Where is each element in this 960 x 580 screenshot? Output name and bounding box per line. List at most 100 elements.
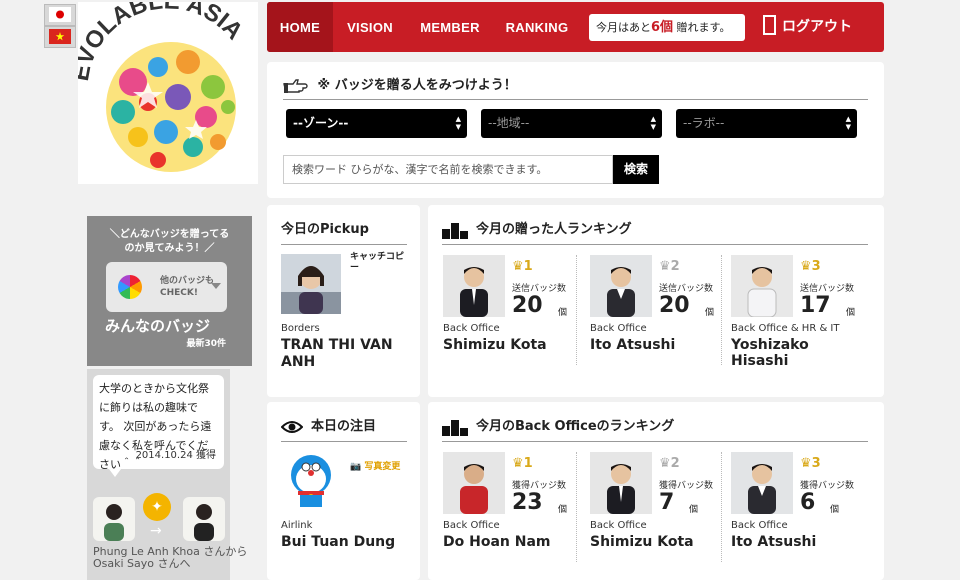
message-date: 2014.10.24 獲得 (135, 450, 216, 461)
rank-photo (443, 255, 505, 317)
remain-count: 6個 (651, 20, 674, 35)
pickup-name[interactable]: TRAN THI VAN ANH (281, 337, 411, 371)
rank-name[interactable]: Ito Atsushi (731, 534, 859, 550)
search-panel: ※ バッジを贈る人をみつけよう！ --ゾーン-- ▲ ▼ --地域-- ▲ ▼ --ラボ… (267, 62, 884, 198)
area-select[interactable]: --地域-- ▲ ▼ (481, 109, 662, 138)
rank-name[interactable]: Do Hoan Nam (443, 534, 571, 550)
rank-photo (443, 452, 505, 514)
stat-unit: 個 (558, 505, 568, 515)
message-names: Phung Le Anh Khoa さんから Osaki Sayo さんへ (93, 546, 253, 570)
attention-title: 本日の注目 (281, 416, 407, 442)
sent-rank-card-3[interactable]: ♛3 送信バッジ数 17 個 Back Office & HR & IT Yos… (730, 255, 870, 383)
zone-select[interactable]: --ゾーン-- ▲ ▼ (286, 109, 467, 138)
rank-number: 1 (523, 456, 533, 471)
main-navigation: HOME VISION MEMBER RANKING 今月はあと6個 贈れます。… (267, 2, 884, 52)
nav-home[interactable]: HOME (267, 2, 333, 52)
stat-unit: 個 (830, 505, 840, 515)
select-arrows-icon: ▲ ▼ (455, 115, 461, 131)
remain-post: 贈れます。 (673, 21, 731, 34)
rank-number: 1 (523, 259, 533, 274)
stat-unit: 個 (689, 505, 699, 515)
photo-change-label: 写真変更 (364, 462, 401, 472)
rank-department: Back Office & HR & IT (731, 323, 840, 334)
labo-select-value: --ラボ-- (683, 116, 725, 130)
sent-ranking-title: 今月の贈った人ランキング (442, 219, 868, 245)
back-office-ranking-panel: 今月のBack Officeのランキング ♛1 獲得バッジ数 23 個 Back… (428, 402, 884, 580)
eye-icon (281, 420, 303, 433)
check-line1: 他のバッジも (160, 276, 215, 286)
arrow-right-icon: → (150, 523, 162, 539)
search-input[interactable]: 検索ワード ひらがな、漢字で名前を検索できます。 (283, 155, 613, 184)
sent-ranking-panel: 今月の贈った人ランキング ♛1 送信バッジ数 20 個 Back Office … (428, 205, 884, 397)
check-other-badges-button[interactable]: 他のバッジも CHECK! (106, 262, 227, 312)
today-attention-panel: 本日の注目 📷 写真変更 Airlink Bui Tuan Dung (267, 402, 420, 580)
stat-unit: 個 (558, 308, 568, 318)
office-rank-card-3[interactable]: ♛3 獲得バッジ数 6 個 Back Office Ito Atsushi (730, 452, 870, 580)
message-to[interactable]: Osaki Sayo さんへ (93, 557, 191, 570)
rank-photo (590, 255, 652, 317)
rank-department: Back Office (590, 323, 647, 334)
badges-caption: ＼どんなバッジを贈ってる のか見てみよう！／ (87, 228, 252, 256)
stat-value: 20 (659, 293, 690, 318)
select-arrows-icon: ▲ ▼ (845, 115, 851, 131)
flag-japan-icon[interactable] (44, 4, 76, 26)
zone-select-value: --ゾーン-- (293, 116, 349, 130)
remain-pre: 今月はあと (596, 21, 651, 34)
pointing-hand-icon (283, 78, 308, 93)
today-pickup-panel: 今日のPickup キャッチコピー Borders TRAN THI VAN A… (267, 205, 420, 397)
stat-value: 23 (512, 490, 543, 515)
rank-number: 3 (811, 259, 821, 274)
pickup-catchphrase: キャッチコピー (350, 252, 405, 273)
stat-value: 7 (659, 490, 675, 515)
office-rank-card-1[interactable]: ♛1 獲得バッジ数 23 個 Back Office Do Hoan Nam (442, 452, 582, 580)
attention-photo[interactable] (281, 449, 341, 509)
stat-unit: 個 (705, 308, 715, 318)
badges-caption-line1: ＼どんなバッジを贈ってる (109, 229, 230, 240)
area-select-value: --地域-- (488, 116, 530, 130)
divider (721, 255, 722, 365)
everyone-badges-link[interactable]: ＼どんなバッジを贈ってる のか見てみよう！／ 他のバッジも CHECK! みんなのバ… (87, 216, 252, 366)
stat-value: 17 (800, 293, 831, 318)
check-text: 他のバッジも CHECK! (160, 275, 214, 299)
crown-bronze-icon: ♛3 (800, 456, 821, 471)
flag-vietnam-icon[interactable] (44, 26, 76, 48)
rank-photo (590, 452, 652, 514)
stat-unit: 個 (846, 308, 856, 318)
sent-rank-card-1[interactable]: ♛1 送信バッジ数 20 個 Back Office Shimizu Kota (442, 255, 582, 383)
nav-member[interactable]: MEMBER (413, 2, 487, 52)
sent-rank-card-2[interactable]: ♛2 送信バッジ数 20 個 Back Office Ito Atsushi (589, 255, 729, 383)
rank-department: Back Office (590, 520, 647, 531)
badges-caption-line2: のか見てみよう！／ (124, 243, 215, 254)
logout-label: ログアウト (782, 19, 852, 35)
evolable-asia-logo[interactable]: EVOLABLE ASIA (78, 2, 258, 184)
photo-change-link[interactable]: 📷 写真変更 (350, 459, 400, 472)
office-rank-card-2[interactable]: ♛2 獲得バッジ数 7 個 Back Office Shimizu Kota (589, 452, 729, 580)
sender-avatar[interactable] (93, 497, 135, 541)
logout-button[interactable]: ログアウト (763, 15, 852, 40)
search-title: ※ バッジを贈る人をみつけよう！ (283, 74, 868, 100)
nav-ranking[interactable]: RANKING (497, 2, 577, 52)
rank-department: Back Office (443, 323, 500, 334)
badge-message-card[interactable]: 大学のときから文化祭に飾りは私の趣味です。 次回があったら遠慮なく私を呼んでくだ… (87, 369, 247, 580)
attention-title-text: 本日の注目 (311, 419, 377, 434)
search-button[interactable]: 検索 (613, 155, 659, 184)
triangle-down-icon (211, 283, 221, 289)
recipient-avatar[interactable] (183, 497, 225, 541)
attention-department: Airlink (281, 520, 313, 531)
remaining-badges-counter: 今月はあと6個 贈れます。 (589, 14, 745, 41)
labo-select[interactable]: --ラボ-- ▲ ▼ (676, 109, 857, 138)
rank-name[interactable]: Shimizu Kota (443, 337, 571, 353)
pickup-photo[interactable] (281, 254, 341, 314)
rank-name[interactable]: Ito Atsushi (590, 337, 718, 353)
select-arrows-icon: ▲ ▼ (650, 115, 656, 131)
nav-vision[interactable]: VISION (337, 2, 403, 52)
sent-ranking-title-text: 今月の贈った人ランキング (476, 222, 632, 237)
badge-gift-icon: ✦ (143, 493, 171, 521)
message-bubble: 大学のときから文化祭に飾りは私の趣味です。 次回があったら遠慮なく私を呼んでくだ… (93, 375, 224, 477)
badges-latest: 最新30件 (186, 339, 226, 349)
attention-name[interactable]: Bui Tuan Dung (281, 534, 411, 551)
crown-gold-icon: ♛1 (512, 456, 533, 471)
rank-name[interactable]: Yoshizako Hisashi (731, 337, 859, 369)
pickup-department: Borders (281, 323, 320, 334)
rank-name[interactable]: Shimizu Kota (590, 534, 718, 550)
